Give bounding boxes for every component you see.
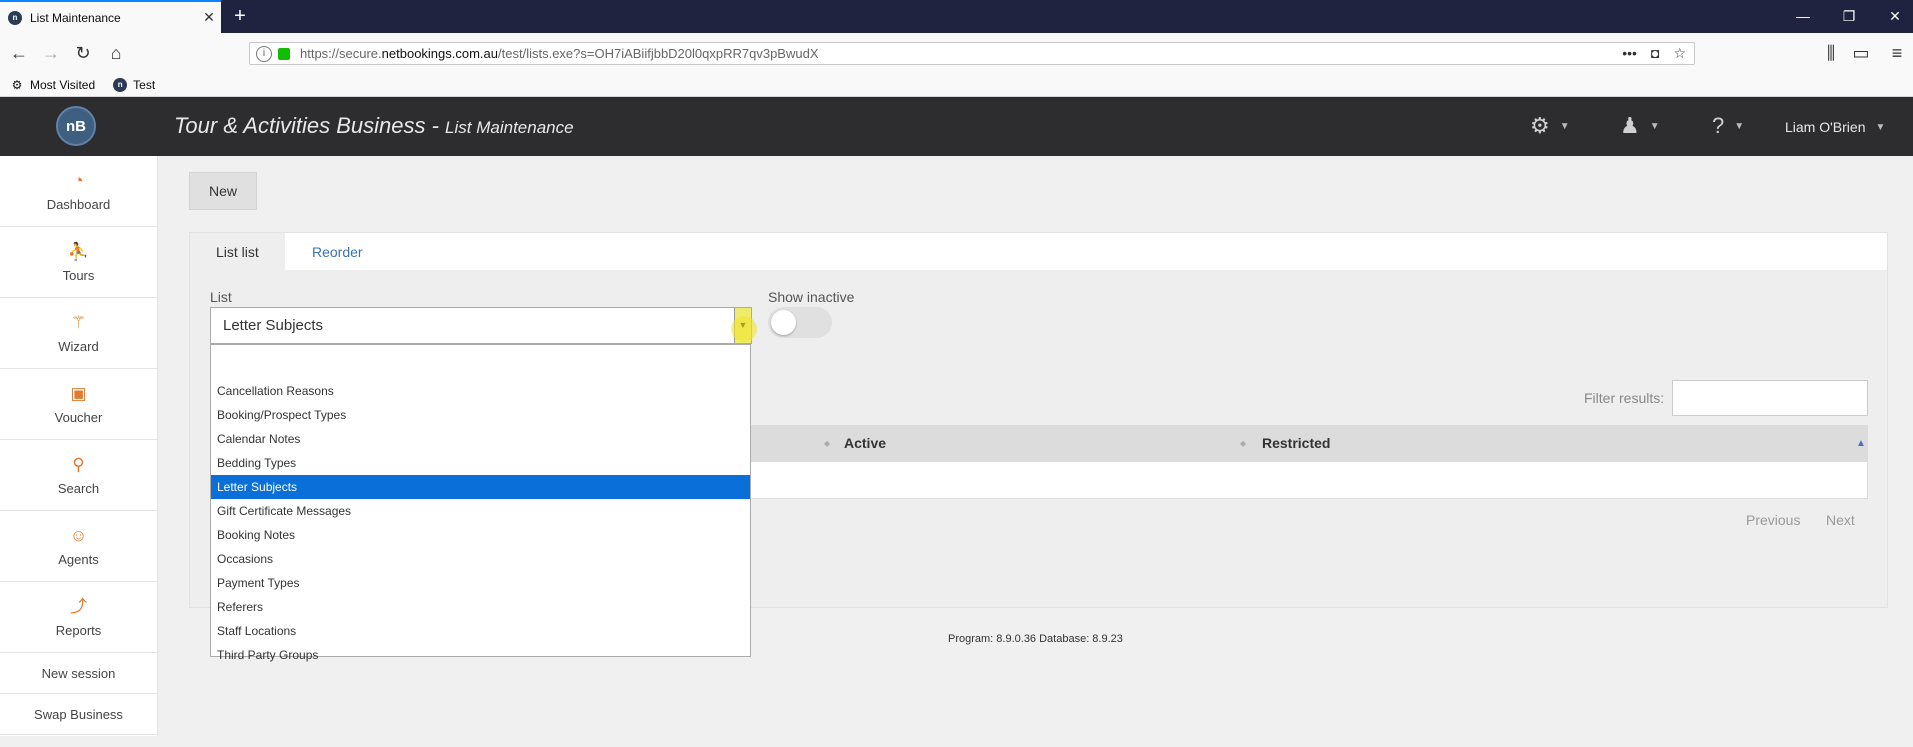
- version-footer: Program: 8.9.0.36 Database: 8.9.23: [948, 633, 1123, 645]
- new-tab-icon[interactable]: +: [228, 4, 252, 28]
- dropdown-option-empty[interactable]: [211, 355, 750, 379]
- next-page-button[interactable]: Next: [1826, 512, 1855, 528]
- show-inactive-toggle[interactable]: [768, 307, 832, 338]
- list-select-dropdown: Cancellation Reasons Booking/Prospect Ty…: [210, 344, 751, 662]
- restore-window-icon[interactable]: ❐: [1826, 0, 1872, 33]
- browser-tab-strip: n List Maintenance ✕ + — ❐ ✕: [0, 0, 1913, 33]
- column-header-restricted[interactable]: Restricted: [1262, 425, 1330, 462]
- lock-icon: [278, 47, 290, 60]
- dashboard-gauge-icon: ◔: [73, 170, 84, 190]
- show-inactive-label: Show inactive: [768, 289, 855, 305]
- dropdown-option[interactable]: Booking Notes: [211, 523, 750, 547]
- chevron-down-icon: ▼: [1734, 120, 1745, 132]
- app-logo[interactable]: nB: [56, 106, 96, 146]
- pocket-icon[interactable]: ◘: [1651, 45, 1659, 62]
- dropdown-option[interactable]: Payment Types: [211, 571, 750, 595]
- tab-list-list[interactable]: List list: [190, 233, 285, 271]
- close-window-icon[interactable]: ✕: [1872, 0, 1913, 33]
- search-icon: ⚲: [72, 454, 85, 474]
- dropdown-option[interactable]: Bedding Types: [211, 451, 750, 475]
- dropdown-option[interactable]: Referers: [211, 595, 750, 619]
- new-button[interactable]: New: [189, 172, 257, 210]
- agent-icon: ☺: [69, 525, 88, 545]
- mouse-cursor-highlight: [731, 316, 757, 342]
- dropdown-spacer: [211, 345, 750, 355]
- close-tab-icon[interactable]: ✕: [197, 9, 221, 26]
- chart-icon: ⤴: [70, 596, 87, 616]
- bookmark-test[interactable]: n Test: [113, 77, 155, 92]
- chevron-down-icon: ▼: [1559, 120, 1570, 132]
- site-info-icon[interactable]: i: [256, 45, 272, 62]
- browser-tab[interactable]: n List Maintenance ✕: [0, 0, 221, 33]
- dropdown-option-selected[interactable]: Letter Subjects: [211, 475, 750, 499]
- help-icon: ?: [1712, 113, 1725, 138]
- gift-icon: ▣: [70, 383, 87, 403]
- sidebar-item-wizard[interactable]: ⚚ Wizard: [0, 298, 157, 369]
- filter-label: Filter results:: [1584, 390, 1665, 406]
- sort-ascending-icon[interactable]: ▲: [1856, 425, 1866, 462]
- bookmarks-toolbar: ⚙ Most Visited n Test: [0, 73, 1913, 97]
- user-menu[interactable]: Liam O'Brien ▼: [1785, 119, 1885, 135]
- gear-icon: ⚙: [1530, 113, 1550, 138]
- sidebar-item-reports[interactable]: ⤴ Reports: [0, 582, 157, 653]
- list-label: List: [210, 289, 232, 305]
- forward-icon[interactable]: →: [38, 40, 64, 66]
- sort-icon[interactable]: ◆: [824, 425, 830, 462]
- previous-page-button[interactable]: Previous: [1746, 512, 1800, 528]
- sort-icon[interactable]: ◆: [1240, 425, 1246, 462]
- dropdown-option[interactable]: Occasions: [211, 547, 750, 571]
- toggle-knob: [771, 310, 796, 335]
- back-icon[interactable]: ←: [6, 40, 32, 66]
- sidebar-item-agents[interactable]: ☺ Agents: [0, 511, 157, 582]
- swap-business-link[interactable]: Swap Business: [0, 694, 157, 735]
- browser-tab-title: List Maintenance: [30, 10, 121, 25]
- dropdown-option[interactable]: Staff Locations: [211, 619, 750, 643]
- url-bar[interactable]: i https://secure.netbookings.com.au/test…: [249, 42, 1695, 65]
- page-title: Tour & Activities Business - List Mainte…: [174, 113, 574, 138]
- tours-icon: ⛹: [67, 241, 90, 261]
- menu-icon[interactable]: ≡: [1884, 40, 1910, 66]
- sidebar-item-search[interactable]: ⚲ Search: [0, 440, 157, 511]
- netbookings-favicon-icon: n: [8, 10, 22, 25]
- list-select[interactable]: Letter Subjects ▼: [210, 307, 752, 344]
- wizard-wand-icon: ⚚: [70, 312, 87, 332]
- sidebar-item-dashboard[interactable]: ◔ Dashboard: [0, 156, 157, 227]
- agent-icon: ♟: [1620, 113, 1640, 138]
- netbookings-icon: n: [113, 77, 128, 92]
- dropdown-option[interactable]: Calendar Notes: [211, 427, 750, 451]
- app-header: nB Tour & Activities Business - List Mai…: [0, 97, 1913, 156]
- help-menu[interactable]: ? ▼: [1712, 113, 1744, 139]
- dropdown-option[interactable]: Cancellation Reasons: [211, 379, 750, 403]
- panel-tabs: List list Reorder: [190, 233, 1887, 271]
- sidebar-item-tours[interactable]: ⛹ Tours: [0, 227, 157, 298]
- library-icon[interactable]: ⫼: [1818, 40, 1844, 66]
- settings-menu[interactable]: ⚙ ▼: [1530, 113, 1570, 139]
- minimize-window-icon[interactable]: —: [1780, 0, 1826, 33]
- home-icon[interactable]: ⌂: [103, 40, 129, 66]
- bookmark-most-visited[interactable]: ⚙ Most Visited: [10, 77, 96, 92]
- sidebar-item-voucher[interactable]: ▣ Voucher: [0, 369, 157, 440]
- column-header-active[interactable]: Active: [844, 425, 886, 462]
- reload-icon[interactable]: ↻: [70, 40, 96, 66]
- dropdown-option[interactable]: Booking/Prospect Types: [211, 403, 750, 427]
- chevron-down-icon: ▼: [1649, 120, 1660, 132]
- chevron-down-icon: ▼: [1875, 121, 1886, 133]
- tab-reorder[interactable]: Reorder: [286, 233, 389, 271]
- gear-icon: ⚙: [11, 77, 23, 92]
- dropdown-option[interactable]: Gift Certificate Messages: [211, 499, 750, 523]
- sidebar: ◔ Dashboard ⛹ Tours ⚚ Wizard ▣ Voucher ⚲…: [0, 156, 158, 736]
- sidebar-toggle-icon[interactable]: ▭: [1848, 40, 1874, 66]
- page-actions-icon[interactable]: •••: [1622, 45, 1637, 62]
- dropdown-option[interactable]: Third Party Groups: [211, 643, 750, 667]
- new-session-link[interactable]: New session: [0, 653, 157, 694]
- staff-menu[interactable]: ♟ ▼: [1620, 113, 1660, 139]
- bookmark-star-icon[interactable]: ☆: [1673, 45, 1686, 62]
- filter-input[interactable]: [1672, 380, 1868, 416]
- url-text: https://secure.netbookings.com.au/test/l…: [300, 46, 819, 61]
